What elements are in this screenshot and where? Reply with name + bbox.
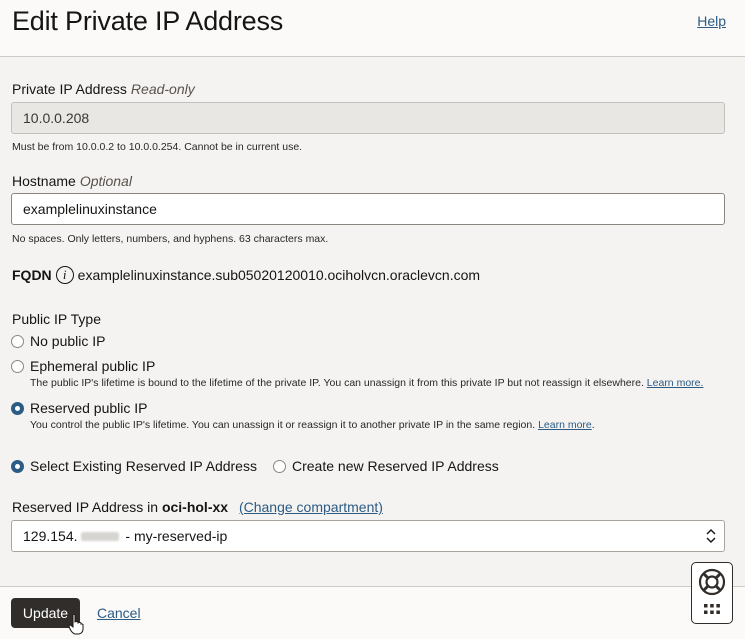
radio-select-existing[interactable]: Select Existing Reserved IP Address bbox=[11, 458, 257, 474]
grid-icon[interactable] bbox=[704, 604, 720, 614]
private-ip-label: Private IP Address Read-only bbox=[12, 81, 195, 97]
radio-reserved-public-ip[interactable]: Reserved public IP bbox=[11, 400, 148, 416]
reserved-ip-prefix: 129.154. bbox=[23, 528, 78, 544]
private-ip-field: 10.0.0.208 bbox=[11, 102, 725, 134]
read-only-qualifier: Read-only bbox=[130, 81, 195, 97]
radio-button[interactable] bbox=[11, 359, 24, 373]
page-title: Edit Private IP Address bbox=[12, 6, 284, 36]
radio-no-public-ip[interactable]: No public IP bbox=[11, 333, 105, 349]
dialog-header: Edit Private IP Address Help bbox=[0, 0, 745, 57]
trailing-period: . bbox=[591, 419, 595, 431]
reserved-description-text: You control the public IP's lifetime. Yo… bbox=[30, 419, 536, 431]
chevron-up-down-icon bbox=[706, 529, 716, 543]
radio-label: Reserved public IP bbox=[30, 400, 148, 416]
reserved-ip-name: - my-reserved-ip bbox=[121, 528, 228, 544]
cancel-button[interactable]: Cancel bbox=[97, 605, 141, 621]
hostname-hint: No spaces. Only letters, numbers, and hy… bbox=[12, 233, 329, 245]
hand-cursor-icon bbox=[68, 613, 84, 635]
public-ip-type-label: Public IP Type bbox=[12, 311, 101, 327]
radio-button-selected[interactable] bbox=[11, 401, 24, 415]
radio-create-new[interactable]: Create new Reserved IP Address bbox=[273, 458, 499, 474]
radio-label: Select Existing Reserved IP Address bbox=[30, 458, 257, 474]
fqdn-value: examplelinuxinstance.sub05020120010.ocih… bbox=[77, 267, 481, 283]
ephemeral-description-text: The public IP's lifetime is bound to the… bbox=[30, 377, 644, 389]
info-icon[interactable]: i bbox=[55, 266, 74, 284]
learn-more-link[interactable]: Learn more bbox=[538, 419, 592, 431]
ephemeral-description: The public IP's lifetime is bound to the… bbox=[30, 377, 703, 389]
radio-label: Ephemeral public IP bbox=[30, 358, 156, 374]
radio-label: Create new Reserved IP Address bbox=[292, 458, 499, 474]
radio-button[interactable] bbox=[273, 459, 286, 473]
hostname-label-text: Hostname bbox=[12, 173, 76, 189]
reserved-description: You control the public IP's lifetime. Yo… bbox=[30, 419, 595, 431]
private-ip-hint: Must be from 10.0.0.2 to 10.0.0.254. Can… bbox=[12, 141, 303, 153]
compartment-name: oci-hol-xx bbox=[161, 499, 229, 515]
lifebuoy-icon[interactable] bbox=[692, 563, 732, 623]
hostname-label: Hostname Optional bbox=[12, 173, 132, 189]
optional-qualifier: Optional bbox=[79, 173, 132, 189]
fqdn-label: FQDN bbox=[12, 267, 52, 283]
radio-button-selected[interactable] bbox=[11, 459, 24, 473]
learn-more-link[interactable]: Learn more. bbox=[647, 377, 704, 389]
radio-ephemeral-public-ip[interactable]: Ephemeral public IP bbox=[11, 358, 155, 374]
reserved-ip-label-text: Reserved IP Address in bbox=[12, 499, 159, 515]
help-widget[interactable] bbox=[691, 562, 733, 624]
reserved-ip-label: Reserved IP Address in oci-hol-xx (Chang… bbox=[12, 499, 383, 515]
help-link[interactable]: Help bbox=[697, 13, 726, 29]
hostname-input[interactable]: examplelinuxinstance bbox=[11, 193, 725, 225]
radio-button[interactable] bbox=[11, 334, 24, 348]
reserved-ip-select[interactable]: 129.154. - my-reserved-ip bbox=[11, 520, 725, 552]
radio-label: No public IP bbox=[30, 333, 106, 349]
redacted-octets bbox=[80, 531, 119, 541]
change-compartment-link[interactable]: (Change compartment) bbox=[239, 499, 383, 515]
fqdn-row: FQDN i examplelinuxinstance.sub050201200… bbox=[12, 266, 480, 284]
private-ip-label-text: Private IP Address bbox=[12, 81, 127, 97]
